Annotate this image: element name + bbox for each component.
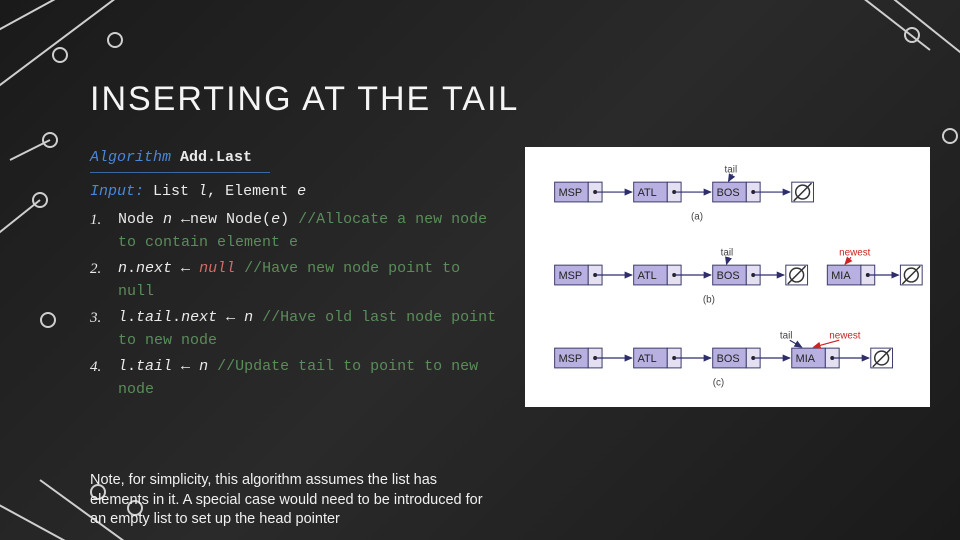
step-number: 2. (90, 258, 108, 303)
svg-text:MIA: MIA (796, 353, 816, 365)
step-code: Node n ←new Node(e) (118, 211, 289, 228)
node-bos: BOS (717, 187, 740, 199)
svg-text:ATL: ATL (638, 353, 657, 365)
algorithm-block: Algorithm Add.Last Input: List l, Elemen… (90, 147, 505, 407)
algo-step-3: 3. l.tail.next ← n //Have old last node … (90, 307, 505, 352)
footnote: Note, for simplicity, this algorithm ass… (90, 471, 490, 530)
slide-title: INSERTING AT THE TAIL (90, 80, 930, 119)
svg-text:newest: newest (829, 330, 860, 341)
slide-content: INSERTING AT THE TAIL Algorithm Add.Last… (90, 80, 930, 530)
algo-step-4: 4. l.tail ← n //Update tail to point to … (90, 356, 505, 401)
svg-text:MSP: MSP (559, 353, 583, 365)
svg-text:tail: tail (780, 330, 793, 341)
algorithm-name: Add.Last (180, 149, 252, 166)
algo-step-1: 1. Node n ←new Node(e) //Allocate a new … (90, 209, 505, 254)
svg-text:ATL: ATL (638, 270, 657, 282)
step-code: l.tail ← n (118, 358, 208, 375)
node-mia: MIA (831, 270, 851, 282)
content-row: Algorithm Add.Last Input: List l, Elemen… (90, 147, 930, 407)
svg-text:BOS: BOS (717, 353, 740, 365)
step-number: 3. (90, 307, 108, 352)
step-code: n.next ← null (118, 260, 235, 277)
step-code: l.tail.next ← n (118, 309, 253, 326)
newest-label: newest (839, 247, 870, 258)
linked-list-diagram: MSP ATL BOS (525, 147, 930, 407)
step-number: 4. (90, 356, 108, 401)
node-atl: ATL (638, 187, 657, 199)
input-body: List l, Element e (153, 183, 306, 200)
underline (90, 172, 270, 173)
svg-text:tail: tail (721, 247, 734, 258)
algorithm-label: Algorithm (90, 149, 171, 166)
sub-a: (a) (691, 212, 703, 223)
step-number: 1. (90, 209, 108, 254)
svg-text:MSP: MSP (559, 270, 583, 282)
algo-step-2: 2. n.next ← null //Have new node point t… (90, 258, 505, 303)
sub-c: (c) (713, 378, 725, 389)
input-label: Input: (90, 183, 144, 200)
svg-text:BOS: BOS (717, 270, 740, 282)
tail-label: tail (725, 164, 738, 175)
node-msp: MSP (559, 187, 583, 199)
sub-b: (b) (703, 295, 715, 306)
